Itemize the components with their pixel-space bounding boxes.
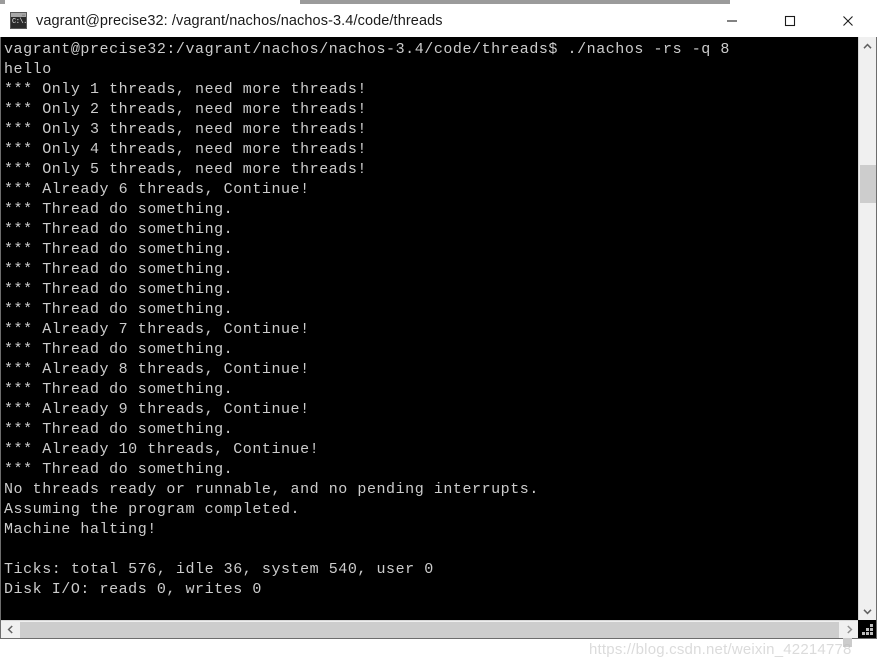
terminal-line: *** Thread do something. bbox=[4, 221, 234, 238]
close-button[interactable] bbox=[819, 4, 877, 37]
terminal-frame: vagrant@precise32:/vagrant/nachos/nachos… bbox=[0, 37, 877, 658]
chevron-right-icon bbox=[846, 625, 852, 634]
terminal-line: Disk I/O: reads 0, writes 0 bbox=[4, 581, 262, 598]
minimize-icon bbox=[727, 19, 737, 22]
terminal-line: *** Already 10 threads, Continue! bbox=[4, 441, 320, 458]
terminal-line: Assuming the program completed. bbox=[4, 501, 301, 518]
cmd-icon-glyph: C:\. bbox=[11, 17, 26, 28]
terminal-window: ••• C:\. vagrant@precise32: /vagrant/nac… bbox=[0, 0, 877, 658]
close-icon bbox=[843, 15, 853, 26]
terminal-output[interactable]: vagrant@precise32:/vagrant/nachos/nachos… bbox=[1, 37, 858, 620]
vertical-scrollbar[interactable] bbox=[858, 37, 876, 620]
terminal-line: *** Thread do something. bbox=[4, 281, 234, 298]
horizontal-scrollbar[interactable] bbox=[1, 620, 858, 638]
terminal-line: Machine halting! bbox=[4, 521, 157, 538]
minimize-button[interactable] bbox=[703, 4, 761, 37]
watermark-text: https://blog.csdn.net/weixin_42214778 bbox=[589, 641, 852, 658]
window-controls bbox=[703, 4, 877, 37]
terminal-line: *** Thread do something. bbox=[4, 201, 234, 218]
terminal-line: *** Only 5 threads, need more threads! bbox=[4, 161, 367, 178]
vertical-scroll-thumb[interactable] bbox=[860, 165, 876, 203]
terminal-line: *** Already 7 threads, Continue! bbox=[4, 321, 310, 338]
terminal-line: *** Only 3 threads, need more threads! bbox=[4, 121, 367, 138]
terminal-line: *** Thread do something. bbox=[4, 381, 234, 398]
chevron-down-icon bbox=[863, 608, 872, 614]
horizontal-scroll-thumb[interactable] bbox=[20, 622, 839, 638]
chevron-up-icon bbox=[863, 43, 872, 49]
terminal-line: Ticks: total 576, idle 36, system 540, u… bbox=[4, 561, 434, 578]
terminal-line: *** Thread do something. bbox=[4, 301, 234, 318]
terminal-line: *** Thread do something. bbox=[4, 341, 234, 358]
terminal-line: *** Thread do something. bbox=[4, 241, 234, 258]
maximize-icon bbox=[784, 15, 796, 26]
scroll-up-button[interactable] bbox=[859, 37, 876, 55]
terminal-line: hello bbox=[4, 61, 52, 78]
terminal-line: *** Already 8 threads, Continue! bbox=[4, 361, 310, 378]
cmd-console-icon: ••• C:\. bbox=[10, 12, 27, 29]
terminal-line: *** Thread do something. bbox=[4, 421, 234, 438]
maximize-button[interactable] bbox=[761, 4, 819, 37]
resize-grip[interactable] bbox=[859, 621, 875, 637]
terminal-line: *** Thread do something. bbox=[4, 461, 234, 478]
window-title: vagrant@precise32: /vagrant/nachos/nacho… bbox=[36, 12, 443, 29]
scroll-left-button[interactable] bbox=[1, 621, 19, 638]
terminal-line: *** Only 4 threads, need more threads! bbox=[4, 141, 367, 158]
terminal-line: *** Only 2 threads, need more threads! bbox=[4, 101, 367, 118]
title-bar[interactable]: ••• C:\. vagrant@precise32: /vagrant/nac… bbox=[0, 4, 877, 38]
terminal-line: *** Already 6 threads, Continue! bbox=[4, 181, 310, 198]
terminal-line: *** Only 1 threads, need more threads! bbox=[4, 81, 367, 98]
terminal-line: vagrant@precise32:/vagrant/nachos/nachos… bbox=[4, 41, 730, 58]
chevron-left-icon bbox=[7, 625, 13, 634]
terminal-line: *** Already 9 threads, Continue! bbox=[4, 401, 310, 418]
scroll-right-button[interactable] bbox=[840, 621, 858, 638]
terminal-line: *** Thread do something. bbox=[4, 261, 234, 278]
scroll-down-button[interactable] bbox=[859, 602, 876, 620]
terminal-line: No threads ready or runnable, and no pen… bbox=[4, 481, 539, 498]
